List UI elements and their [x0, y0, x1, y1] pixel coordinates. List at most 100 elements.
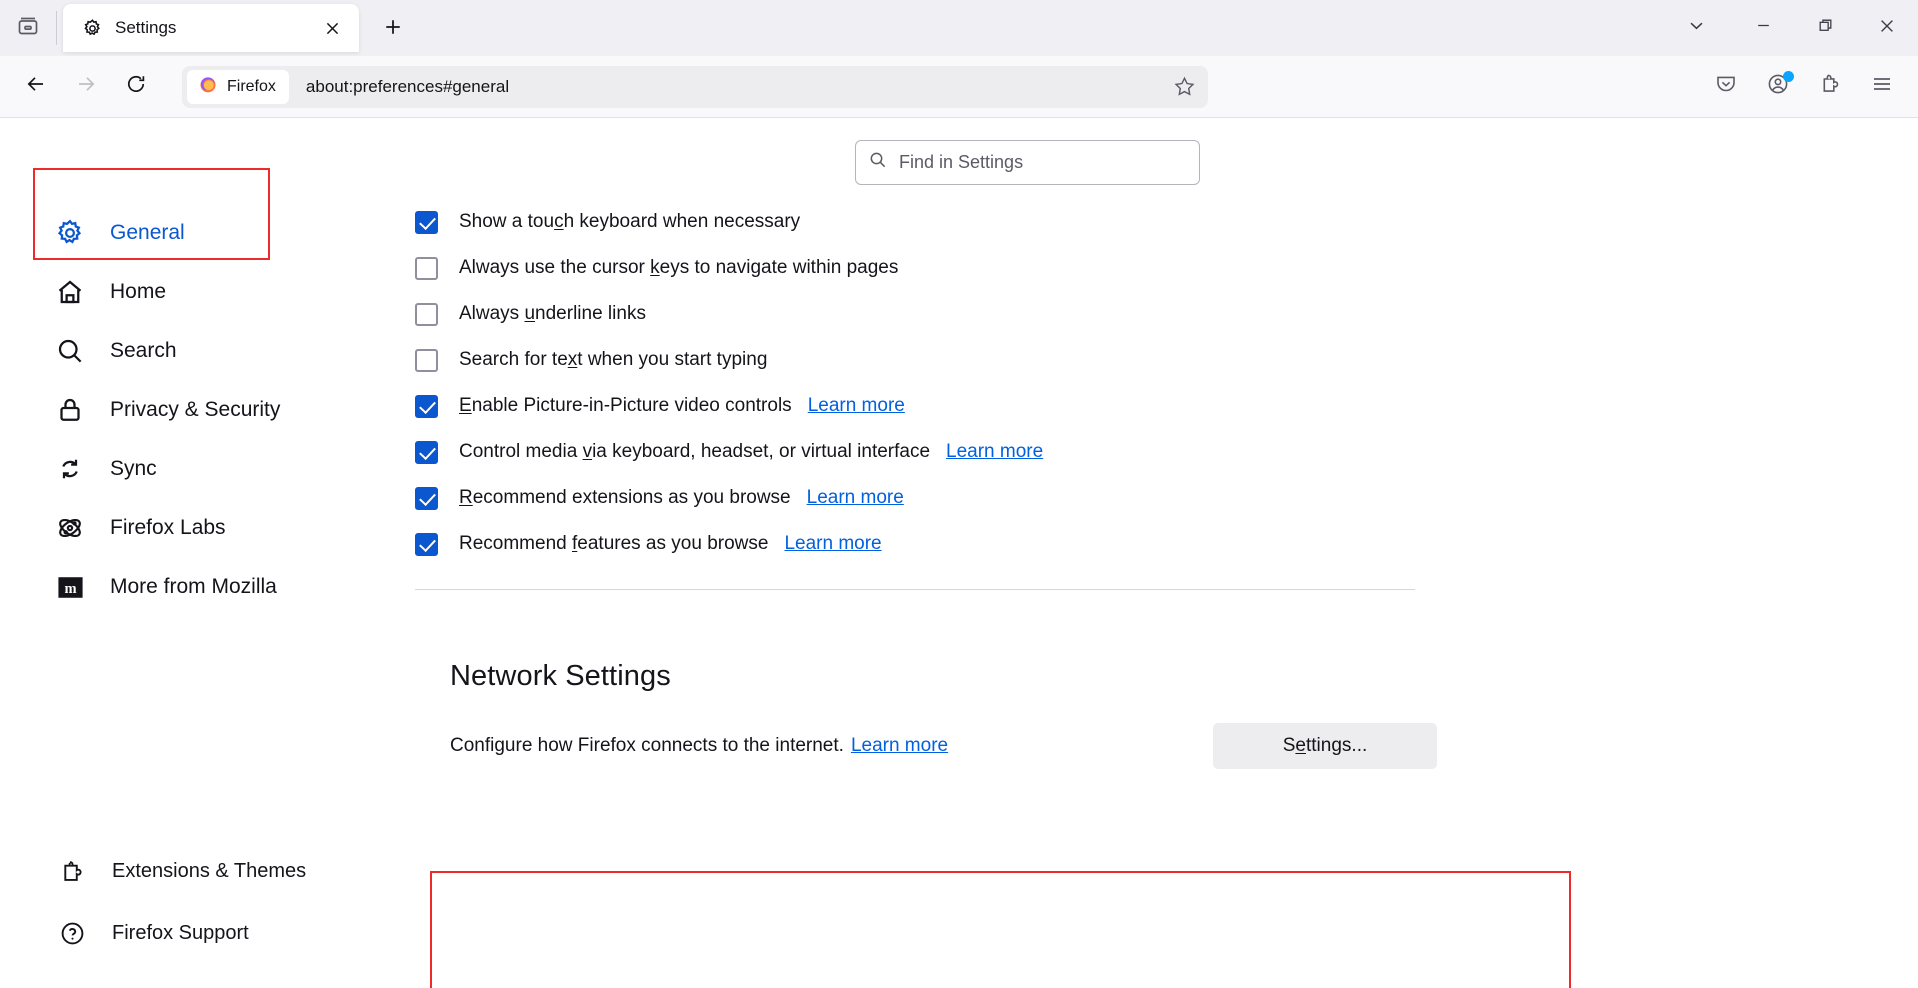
checkbox-label: Always underline links — [459, 303, 646, 324]
checkbox-row-media-control[interactable]: Control media via keyboard, headset, or … — [415, 429, 1460, 475]
checkbox-label: Recommend extensions as you browse — [459, 487, 791, 508]
sidebar-item-home[interactable]: Home — [0, 267, 400, 317]
network-settings-description: Configure how Firefox connects to the in… — [450, 735, 949, 756]
settings-page: General Home Search Privacy & Security S… — [0, 118, 1918, 988]
checkbox-row-underline-links[interactable]: Always underline links — [415, 291, 1460, 337]
settings-content: Show a touch keyboard when necessary Alw… — [400, 118, 1918, 988]
checkbox-row-recommend-features[interactable]: Recommend features as you browse Learn m… — [415, 521, 1460, 567]
sidebar-item-firefox-support[interactable]: Firefox Support — [0, 908, 400, 958]
reload-button[interactable] — [114, 65, 158, 109]
home-icon — [53, 275, 87, 309]
checkbox[interactable] — [415, 394, 438, 418]
sidebar-item-label: Firefox Support — [112, 921, 249, 944]
search-input[interactable] — [899, 152, 1187, 173]
pocket-save-button[interactable] — [1704, 65, 1748, 109]
search-icon — [868, 150, 888, 175]
app-menu-button[interactable] — [1860, 65, 1904, 109]
checkbox[interactable] — [415, 486, 438, 510]
search-area — [400, 118, 1918, 185]
url-identity-chip[interactable]: Firefox — [187, 69, 289, 104]
account-button[interactable] — [1756, 65, 1800, 109]
general-settings-pane: Show a touch keyboard when necessary Alw… — [400, 185, 1460, 769]
checkbox-label: Recommend features as you browse — [459, 533, 769, 554]
search-icon — [53, 334, 87, 368]
maximize-button[interactable] — [1794, 0, 1856, 56]
search-settings-box[interactable] — [855, 140, 1200, 185]
checkbox[interactable] — [415, 348, 438, 372]
sidebar-item-label: Firefox Labs — [110, 516, 226, 539]
section-divider — [415, 589, 1415, 590]
atom-icon — [53, 511, 87, 545]
network-settings-heading: Network Settings — [450, 660, 671, 692]
toolbar-right-actions — [1696, 65, 1904, 109]
sidebar-item-extensions-themes[interactable]: Extensions & Themes — [0, 846, 400, 896]
sidebar-item-label: Privacy & Security — [110, 398, 281, 421]
close-icon[interactable] — [317, 13, 347, 43]
svg-text:m: m — [64, 581, 76, 597]
checkbox-label: Enable Picture-in-Picture video controls — [459, 395, 792, 416]
checkbox[interactable] — [415, 440, 438, 464]
back-button[interactable] — [14, 65, 58, 109]
sidebar-item-label: General — [110, 221, 185, 244]
learn-more-link[interactable]: Learn more — [808, 395, 905, 417]
learn-more-link[interactable]: Learn more — [784, 533, 881, 555]
minimize-icon — [1755, 17, 1772, 39]
url-text[interactable]: about:preferences#general — [306, 77, 1166, 97]
sidebar-item-label: Home — [110, 280, 167, 303]
title-bar: Settings — [0, 0, 1918, 56]
sidebar-item-sync[interactable]: Sync — [0, 444, 400, 494]
checkbox[interactable] — [415, 302, 438, 326]
plus-icon — [383, 17, 403, 42]
checkbox-row-search-on-typing[interactable]: Search for text when you start typing — [415, 337, 1460, 383]
puzzle-icon — [1818, 72, 1842, 101]
firefox-view-icon — [16, 14, 40, 43]
chevron-down-icon — [1687, 16, 1706, 40]
checkbox[interactable] — [415, 532, 438, 556]
checkbox-label: Always use the cursor keys to navigate w… — [459, 257, 899, 278]
forward-button[interactable] — [64, 65, 108, 109]
arrow-left-icon — [24, 72, 48, 101]
extensions-button[interactable] — [1808, 65, 1852, 109]
settings-sidebar: General Home Search Privacy & Security S… — [0, 118, 400, 988]
firefox-logo-icon — [198, 74, 218, 99]
minimize-button[interactable] — [1732, 0, 1794, 56]
lock-icon — [53, 393, 87, 427]
tab-title: Settings — [115, 18, 177, 37]
sidebar-item-firefox-labs[interactable]: Firefox Labs — [0, 503, 400, 553]
checkbox[interactable] — [415, 256, 438, 280]
gear-icon — [53, 216, 87, 250]
network-settings-section: Network Settings Configure how Firefox c… — [415, 628, 1563, 769]
window-controls — [1660, 0, 1918, 56]
tab-settings[interactable]: Settings — [63, 4, 359, 52]
learn-more-link[interactable]: Learn more — [851, 735, 948, 756]
learn-more-link[interactable]: Learn more — [807, 487, 904, 509]
sidebar-item-more-from-mozilla[interactable]: m More from Mozilla — [0, 562, 400, 612]
sidebar-item-privacy-security[interactable]: Privacy & Security — [0, 385, 400, 435]
sidebar-item-search[interactable]: Search — [0, 326, 400, 376]
question-circle-icon — [55, 916, 89, 950]
checkbox-row-picture-in-picture[interactable]: Enable Picture-in-Picture video controls… — [415, 383, 1460, 429]
url-bar[interactable]: Firefox about:preferences#general — [182, 65, 1208, 108]
sync-icon — [53, 452, 87, 486]
new-tab-button[interactable] — [371, 7, 415, 51]
checkbox-row-cursor-keys[interactable]: Always use the cursor keys to navigate w… — [415, 245, 1460, 291]
sidebar-item-label: More from Mozilla — [110, 575, 277, 598]
checkbox-label: Search for text when you start typing — [459, 349, 768, 370]
list-all-tabs-button[interactable] — [1660, 0, 1732, 56]
url-chip-label: Firefox — [227, 77, 276, 95]
close-window-button[interactable] — [1856, 0, 1918, 56]
restore-icon — [1817, 17, 1834, 39]
checkbox[interactable] — [415, 210, 438, 234]
network-settings-row: Configure how Firefox connects to the in… — [450, 723, 1530, 769]
firefox-view-button[interactable] — [0, 0, 56, 56]
learn-more-link[interactable]: Learn more — [946, 441, 1043, 463]
checkbox-row-recommend-extensions[interactable]: Recommend extensions as you browse Learn… — [415, 475, 1460, 521]
arrow-right-icon — [74, 72, 98, 101]
checkbox-row-touch-keyboard[interactable]: Show a touch keyboard when necessary — [415, 199, 1460, 245]
sidebar-item-label: Sync — [110, 457, 157, 480]
bookmark-star-icon[interactable] — [1166, 69, 1202, 105]
network-settings-button[interactable]: Se ttings... — [1213, 723, 1437, 769]
mozilla-m-icon: m — [53, 570, 87, 604]
navigation-toolbar: Firefox about:preferences#general — [0, 56, 1918, 118]
sidebar-item-general[interactable]: General — [0, 208, 400, 258]
